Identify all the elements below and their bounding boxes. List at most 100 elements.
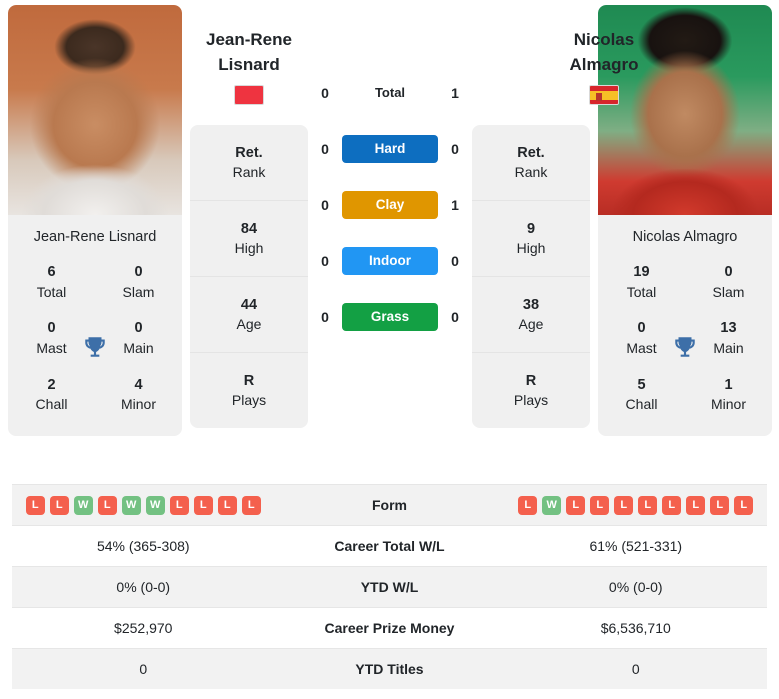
table-row-label: YTD Titles (355, 661, 424, 677)
table-row-label: Form (372, 497, 407, 513)
table-row: 54% (365-308) Career Total W/L 61% (521-33… (12, 525, 767, 566)
right-stat-stack: Ret. Rank 9 High 38 Age R Plays (472, 125, 590, 428)
right-form-badges: LWLLLLLLLL (511, 495, 762, 515)
right-titles-total-label: Total (626, 283, 657, 300)
left-titles-slam: 0 Slam (95, 255, 182, 311)
h2h-total-mid: Total (342, 84, 438, 102)
left-titles-minor: 4 Minor (95, 368, 182, 424)
left-titles-total-value: 6 (47, 264, 56, 280)
h2h-grass-left: 0 (321, 309, 329, 325)
left-titles-main-label: Main (123, 340, 154, 357)
form-badge-win[interactable]: W (73, 495, 93, 515)
comparison-header: Jean-Rene Lisnard 6 Total 0 Slam 0 Mast … (0, 0, 779, 470)
form-badge-loss[interactable]: L (614, 495, 634, 515)
left-player-ytd-wl: 0% (0-0) (116, 579, 171, 595)
right-titles-chall: 5 Chall (598, 368, 685, 424)
left-titles-total: 6 Total (8, 255, 95, 311)
right-titles-chall-label: Chall (625, 396, 658, 413)
form-badge-win[interactable]: W (542, 495, 562, 515)
table-row: L L W L W W L L L L Form L W L L L L L L L L (12, 484, 767, 525)
form-badge-loss[interactable]: L (169, 495, 189, 515)
left-player-form: LLWLWWLLLL (12, 486, 275, 525)
form-badge-loss[interactable]: L (97, 495, 117, 515)
form-badge-loss[interactable]: L (25, 495, 45, 515)
right-titles-chall-value: 5 (637, 376, 646, 393)
right-titles-minor-label: Minor (710, 396, 746, 413)
left-stat-plays: R Plays (190, 353, 308, 428)
head-to-head-column: 0 Total 1 0 Hard 0 0 Clay 1 0 Indoor 0 0 Grass 0 (308, 5, 472, 345)
table-row-label: Career Total W/L (334, 538, 445, 554)
h2h-clay-right: 1 (451, 197, 459, 213)
surface-badge-indoor[interactable]: Indoor (342, 247, 438, 275)
left-player-career-total-wl: 54% (365-308) (96, 538, 190, 554)
left-titles-minor-value: 4 (134, 376, 143, 393)
right-titles-grid: 19 Total 0 Slam 0 Mast 13 Main 5 Chall 1… (598, 255, 772, 436)
table-row: 0% (0-0) YTD W/L 0% (0-0) (12, 566, 767, 607)
left-stat-value: Ret. (235, 145, 263, 161)
form-badge-loss[interactable]: L (241, 495, 261, 515)
form-badge-loss[interactable]: L (566, 495, 586, 515)
h2h-hard-badge-wrap: Hard (342, 135, 438, 163)
right-stat-value: 9 (526, 220, 536, 237)
right-player-career-prize-money: $6,536,710 (600, 620, 671, 636)
left-titles-grid: 6 Total 0 Slam 0 Mast 0 Main 2 Chall 4 M… (8, 255, 182, 436)
left-player-ytd-titles: 0 (139, 661, 148, 677)
trophy-icon (675, 336, 695, 357)
right-titles-total: 19 Total (598, 255, 685, 311)
surface-badge-hard[interactable]: Hard (342, 135, 438, 163)
form-badge-win[interactable]: W (121, 495, 141, 515)
left-player-name-caption: Jean-Rene Lisnard (33, 229, 157, 245)
right-stat-label: Rank (514, 164, 548, 181)
form-badge-loss[interactable]: L (193, 495, 213, 515)
form-badge-loss[interactable]: L (662, 495, 682, 515)
surface-badge-clay[interactable]: Clay (342, 191, 438, 219)
right-player-ytd-titles: 0 (631, 661, 640, 677)
h2h-surface-row-clay: 0 Clay 1 (308, 177, 472, 233)
h2h-hard-left: 0 (321, 141, 329, 157)
h2h-clay-badge-wrap: Clay (342, 191, 438, 219)
left-titles-minor-label: Minor (120, 396, 156, 413)
left-player-card[interactable]: Jean-Rene Lisnard 6 Total 0 Slam 0 Mast … (8, 5, 182, 437)
left-player-photo[interactable] (8, 5, 182, 215)
surface-badge-grass[interactable]: Grass (342, 303, 438, 331)
h2h-total-right: 1 (451, 85, 459, 101)
h2h-indoor-right: 0 (451, 253, 459, 269)
table-row-label: YTD W/L (360, 579, 419, 595)
left-stat-value: 84 (240, 220, 258, 237)
h2h-total-label: Total (374, 85, 406, 100)
right-titles-minor-value: 1 (724, 376, 733, 393)
form-badge-loss[interactable]: L (734, 495, 754, 515)
h2h-surface-rows: 0 Hard 0 0 Clay 1 0 Indoor 0 0 Grass 0 (308, 121, 472, 345)
form-badge-loss[interactable]: L (518, 495, 538, 515)
form-badge-loss[interactable]: L (638, 495, 658, 515)
h2h-total-left: 0 (321, 85, 329, 101)
left-stat-high: 84 High (190, 201, 308, 277)
form-badge-loss[interactable]: L (710, 495, 730, 515)
right-stat-plays: R Plays (472, 353, 590, 428)
form-badge-win[interactable]: W (145, 495, 165, 515)
form-badge-loss[interactable]: L (49, 495, 69, 515)
right-player-photo[interactable] (598, 5, 772, 215)
left-stat-label: Rank (232, 164, 266, 181)
h2h-clay-left: 0 (321, 197, 329, 213)
left-stat-value: 44 (240, 296, 258, 313)
left-stat-age: 44 Age (190, 277, 308, 353)
right-titles-slam-label: Slam (712, 283, 745, 300)
h2h-indoor-left: 0 (321, 253, 329, 269)
right-stat-high: 9 High (472, 201, 590, 277)
right-player-ytd-wl: 0% (0-0) (608, 579, 663, 595)
form-badge-loss[interactable]: L (686, 495, 706, 515)
comparison-table: L L W L W W L L L L Form L W L L L L L L L L 54% (365-308) Car… (12, 484, 767, 689)
right-stat-value: R (525, 372, 537, 389)
right-stat-age: 38 Age (472, 277, 590, 353)
right-player-name-caption: Nicolas Almagro (632, 229, 738, 245)
left-form-badges: LLWLWWLLLL (18, 495, 269, 515)
table-row: $252,970 Career Prize Money $6,536,710 (12, 607, 767, 648)
right-player-column: Nicolas Almagro 19 Total 0 Slam 0 Mast 1… (590, 5, 779, 437)
right-stat-value: Ret. (517, 145, 545, 161)
right-player-form: LWLLLLLLLL (505, 486, 768, 525)
left-stat-label: High (234, 240, 264, 257)
form-badge-loss[interactable]: L (590, 495, 610, 515)
form-badge-loss[interactable]: L (217, 495, 237, 515)
right-player-card[interactable]: Nicolas Almagro 19 Total 0 Slam 0 Mast 1… (598, 5, 772, 437)
